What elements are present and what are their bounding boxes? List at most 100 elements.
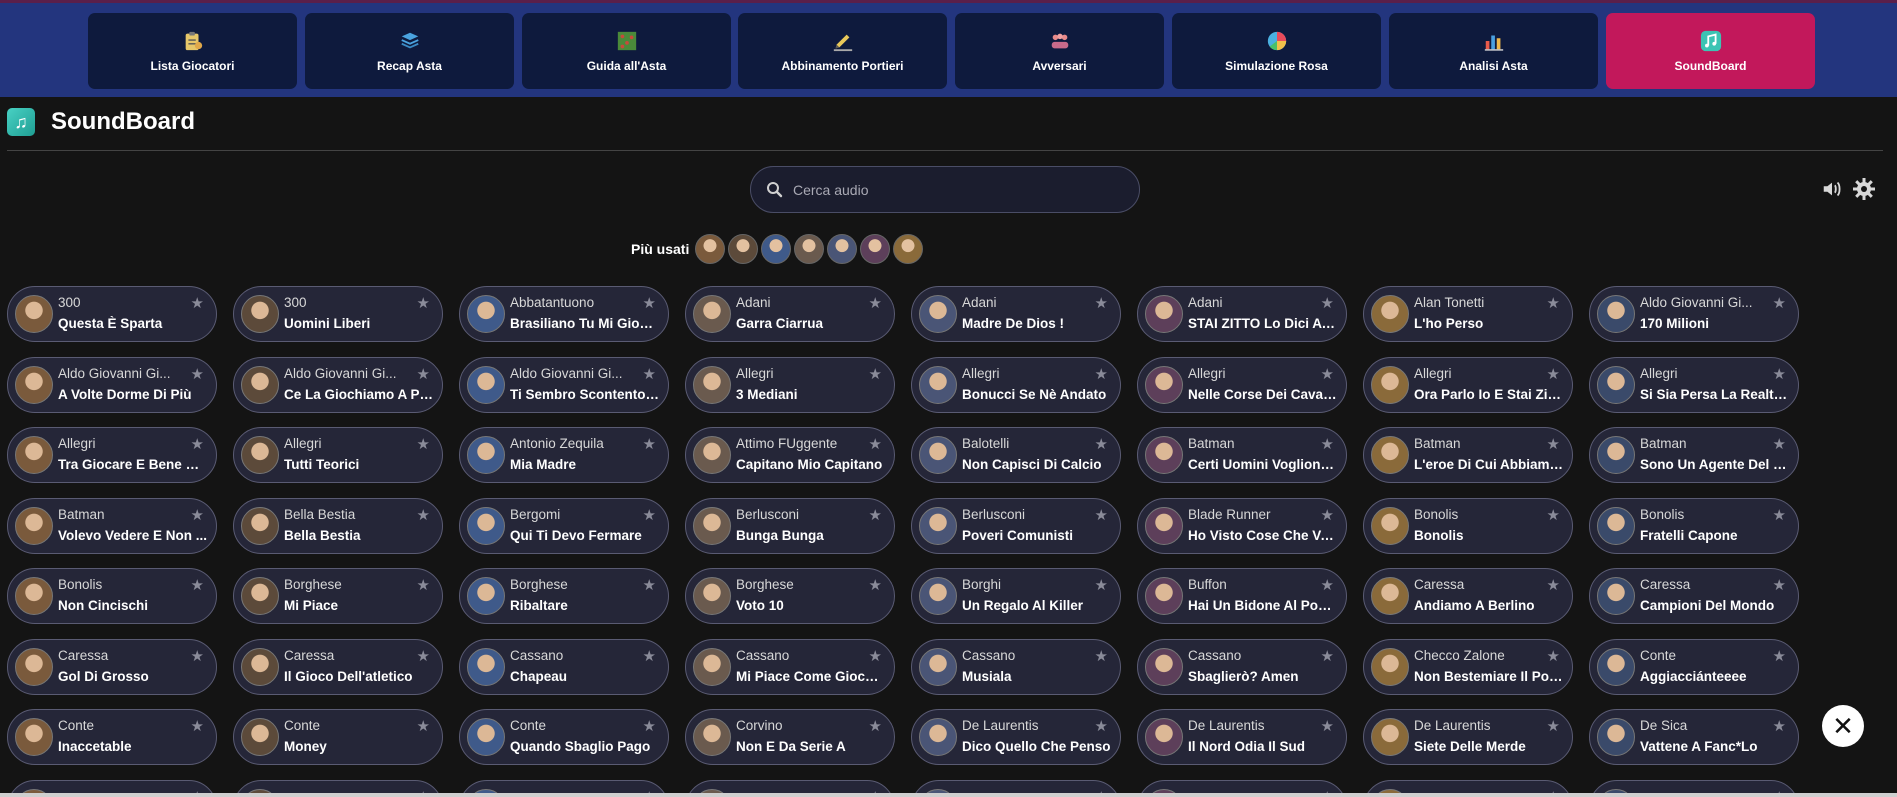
scrollbar-track[interactable]: [0, 793, 1897, 797]
volume-icon[interactable]: [1819, 176, 1845, 202]
star-icon[interactable]: ★: [191, 435, 204, 453]
star-icon[interactable]: ★: [1321, 647, 1334, 665]
star-icon[interactable]: ★: [869, 365, 882, 383]
star-icon[interactable]: ★: [1547, 365, 1560, 383]
sound-card[interactable]: Batman Sono Un Agente Del C... ★: [1589, 427, 1799, 483]
close-button[interactable]: ✕: [1822, 705, 1864, 747]
sound-card[interactable]: Borghese Mi Piace ★: [233, 568, 443, 624]
star-icon[interactable]: ★: [643, 294, 656, 312]
most-used-avatar[interactable]: [893, 234, 924, 264]
nav-item-analisi-asta[interactable]: Analisi Asta: [1389, 13, 1598, 89]
sound-card[interactable]: Bonolis Bonolis ★: [1363, 498, 1573, 554]
sound-card[interactable]: Batman Certi Uomini Vogliono ... ★: [1137, 427, 1347, 483]
sound-card[interactable]: Batman L'eroe Di Cui Abbiamo ... ★: [1363, 427, 1573, 483]
star-icon[interactable]: ★: [1321, 717, 1334, 735]
star-icon[interactable]: ★: [191, 506, 204, 524]
sound-card[interactable]: Conte Quando Sbaglio Pago ★: [459, 709, 669, 765]
search-input[interactable]: [793, 181, 1113, 198]
star-icon[interactable]: ★: [643, 435, 656, 453]
star-icon[interactable]: ★: [643, 506, 656, 524]
sound-card[interactable]: De Laurentis Il Nord Odia Il Sud ★: [1137, 709, 1347, 765]
sound-card[interactable]: Allegri Nelle Corse Dei Cavalli... ★: [1137, 357, 1347, 413]
sound-card[interactable]: Adani Madre De Dios ! ★: [911, 286, 1121, 342]
most-used-avatar[interactable]: [761, 234, 792, 264]
star-icon[interactable]: ★: [1321, 506, 1334, 524]
star-icon[interactable]: ★: [869, 576, 882, 594]
sound-card[interactable]: 300 Uomini Liberi ★: [233, 286, 443, 342]
star-icon[interactable]: ★: [191, 294, 204, 312]
star-icon[interactable]: ★: [1547, 294, 1560, 312]
nav-item-guida-all-asta[interactable]: Guida all'Asta: [522, 13, 731, 89]
sound-card[interactable]: Checco Zalone Non Bestemiare Il Post... ★: [1363, 639, 1573, 695]
sound-card[interactable]: Conte Money ★: [233, 709, 443, 765]
star-icon[interactable]: ★: [643, 647, 656, 665]
sound-card[interactable]: Berlusconi Bunga Bunga ★: [685, 498, 895, 554]
sound-card[interactable]: Caressa Campioni Del Mondo ★: [1589, 568, 1799, 624]
sound-card[interactable]: Allegri Ora Parlo Io E Stai Zitto ★: [1363, 357, 1573, 413]
gear-icon[interactable]: [1851, 176, 1877, 202]
star-icon[interactable]: ★: [643, 365, 656, 383]
star-icon[interactable]: ★: [1773, 717, 1786, 735]
star-icon[interactable]: ★: [643, 576, 656, 594]
star-icon[interactable]: ★: [1321, 576, 1334, 594]
star-icon[interactable]: ★: [1547, 506, 1560, 524]
star-icon[interactable]: ★: [1095, 435, 1108, 453]
star-icon[interactable]: ★: [643, 717, 656, 735]
sound-card[interactable]: Alan Tonetti L'ho Perso ★: [1363, 286, 1573, 342]
star-icon[interactable]: ★: [1095, 294, 1108, 312]
star-icon[interactable]: ★: [1547, 576, 1560, 594]
sound-card[interactable]: Aldo Giovanni Gi... 170 Milioni ★: [1589, 286, 1799, 342]
star-icon[interactable]: ★: [869, 717, 882, 735]
star-icon[interactable]: ★: [1095, 647, 1108, 665]
sound-card[interactable]: Caressa Il Gioco Dell'atletico ★: [233, 639, 443, 695]
star-icon[interactable]: ★: [417, 294, 430, 312]
star-icon[interactable]: ★: [1547, 435, 1560, 453]
star-icon[interactable]: ★: [417, 506, 430, 524]
sound-card[interactable]: Cassano Musiala ★: [911, 639, 1121, 695]
star-icon[interactable]: ★: [1773, 435, 1786, 453]
sound-card[interactable]: Bergomi Qui Ti Devo Fermare ★: [459, 498, 669, 554]
most-used-avatar[interactable]: [827, 234, 858, 264]
search-box[interactable]: [750, 166, 1140, 213]
sound-card[interactable]: Adani STAI ZITTO Lo Dici A T... ★: [1137, 286, 1347, 342]
star-icon[interactable]: ★: [1095, 365, 1108, 383]
star-icon[interactable]: ★: [417, 717, 430, 735]
star-icon[interactable]: ★: [1321, 294, 1334, 312]
nav-item-simulazione-rosa[interactable]: Simulazione Rosa: [1172, 13, 1381, 89]
sound-card[interactable]: De Laurentis Siete Delle Merde ★: [1363, 709, 1573, 765]
sound-card[interactable]: Bonolis Fratelli Capone ★: [1589, 498, 1799, 554]
star-icon[interactable]: ★: [191, 717, 204, 735]
sound-card[interactable]: Batman Volevo Vedere E Non ... ★: [7, 498, 217, 554]
sound-card[interactable]: Allegri Bonucci Se Nè Andato ★: [911, 357, 1121, 413]
sound-card[interactable]: Cassano Sbaglierò? Amen ★: [1137, 639, 1347, 695]
sound-card[interactable]: Conte Aggiacciánteeee ★: [1589, 639, 1799, 695]
sound-card[interactable]: Caressa Gol Di Grosso ★: [7, 639, 217, 695]
sound-card[interactable]: Blade Runner Ho Visto Cose Che Voi ... ★: [1137, 498, 1347, 554]
sound-card[interactable]: Allegri Si Sia Persa La Realtà ... ★: [1589, 357, 1799, 413]
sound-card[interactable]: Borghi Un Regalo Al Killer ★: [911, 568, 1121, 624]
sound-card[interactable]: Buffon Hai Un Bidone Al Posto... ★: [1137, 568, 1347, 624]
sound-card[interactable]: Borghese Ribaltare ★: [459, 568, 669, 624]
sound-card[interactable]: Attimo FUggente Capitano Mio Capitano ★: [685, 427, 895, 483]
star-icon[interactable]: ★: [417, 647, 430, 665]
star-icon[interactable]: ★: [1773, 647, 1786, 665]
sound-card[interactable]: Abbatantuono Brasiliano Tu Mi Giochi... ★: [459, 286, 669, 342]
star-icon[interactable]: ★: [1773, 365, 1786, 383]
sound-card[interactable]: Cassano Mi Piace Come Giocat... ★: [685, 639, 895, 695]
most-used-avatar[interactable]: [728, 234, 759, 264]
sound-card[interactable]: Berlusconi Poveri Comunisti ★: [911, 498, 1121, 554]
sound-card[interactable]: Bonolis Non Cincischi ★: [7, 568, 217, 624]
nav-item-recap-asta[interactable]: Recap Asta: [305, 13, 514, 89]
star-icon[interactable]: ★: [417, 365, 430, 383]
sound-card[interactable]: Aldo Giovanni Gi... A Volte Dorme Di Più ★: [7, 357, 217, 413]
sound-card[interactable]: Aldo Giovanni Gi... Ce La Giochiamo A Pal…: [233, 357, 443, 413]
star-icon[interactable]: ★: [869, 294, 882, 312]
most-used-avatar[interactable]: [860, 234, 891, 264]
star-icon[interactable]: ★: [1095, 717, 1108, 735]
sound-card[interactable]: Conte Inaccetable ★: [7, 709, 217, 765]
star-icon[interactable]: ★: [1773, 576, 1786, 594]
star-icon[interactable]: ★: [417, 576, 430, 594]
sound-card[interactable]: Antonio Zequila Mia Madre ★: [459, 427, 669, 483]
star-icon[interactable]: ★: [1095, 576, 1108, 594]
star-icon[interactable]: ★: [191, 647, 204, 665]
